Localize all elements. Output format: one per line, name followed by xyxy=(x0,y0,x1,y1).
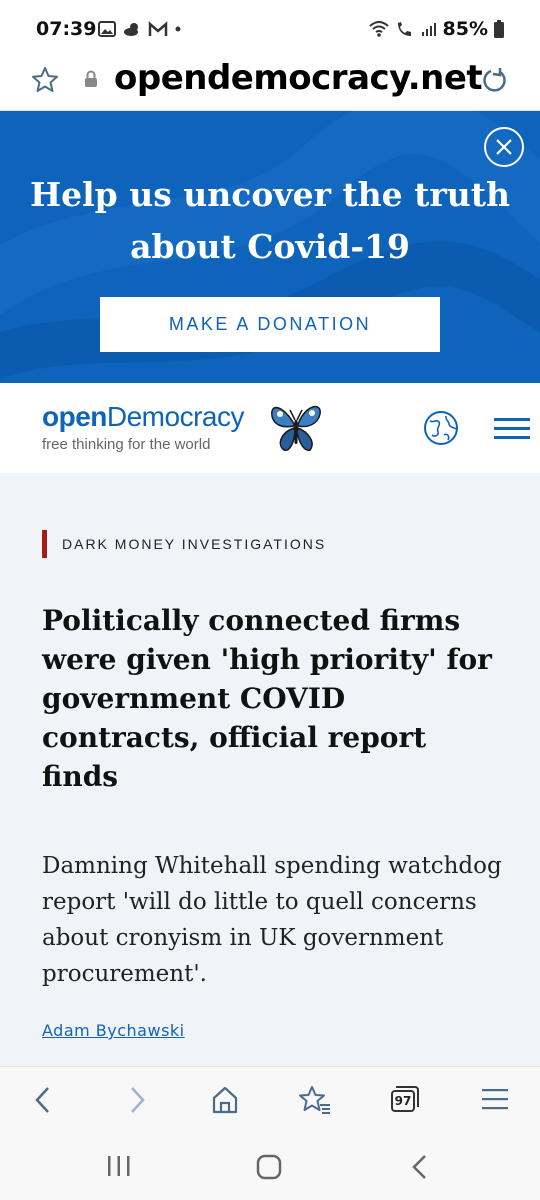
menu-icon[interactable] xyxy=(494,417,530,441)
home-circle-icon[interactable] xyxy=(256,1154,282,1180)
battery-percent: 85% xyxy=(442,18,488,40)
battery-icon xyxy=(494,20,504,38)
gallery-icon xyxy=(98,21,116,37)
logo-open-text: open xyxy=(42,401,107,432)
android-navigation-bar xyxy=(0,1134,540,1200)
logo-democracy-text: Democracy xyxy=(106,401,245,432)
section-label[interactable]: DARK MONEY INVESTIGATIONS xyxy=(42,530,326,558)
recents-icon[interactable] xyxy=(106,1154,132,1178)
tabs-button[interactable]: 97 xyxy=(390,1085,420,1113)
home-icon[interactable] xyxy=(210,1085,240,1115)
site-logo[interactable]: openDemocracy xyxy=(42,401,244,433)
forward-icon[interactable] xyxy=(126,1085,148,1115)
gmail-icon xyxy=(148,21,168,36)
article-headline: Politically connected firms were given '… xyxy=(42,604,492,793)
reload-icon[interactable] xyxy=(480,65,510,95)
article-standfirst: Damning Whitehall spending watchdog repo… xyxy=(42,853,502,987)
site-tagline: free thinking for the world xyxy=(42,436,211,453)
status-time: 07:39 xyxy=(36,18,97,40)
make-donation-button[interactable]: MAKE A DONATION xyxy=(100,297,440,352)
wifi-icon xyxy=(368,21,389,37)
address-bar[interactable]: opendemocracy.net xyxy=(0,50,540,111)
author-link[interactable]: Adam Bychawski xyxy=(42,1021,185,1040)
browser-toolbar: 97 xyxy=(0,1066,540,1135)
status-right: 85% xyxy=(368,18,504,40)
notification-icons xyxy=(98,20,182,38)
butterfly-icon xyxy=(271,405,321,451)
weather-icon xyxy=(124,23,138,36)
browser-menu-icon[interactable] xyxy=(482,1085,508,1113)
tabs-count: 97 xyxy=(394,1094,412,1108)
wifi-call-icon xyxy=(397,22,411,36)
lock-icon xyxy=(85,70,97,87)
url-text[interactable]: opendemocracy.net xyxy=(114,58,483,98)
dot-icon xyxy=(175,26,181,32)
banner-title-line-1: Help us uncover the truth xyxy=(29,175,511,214)
close-banner-button[interactable] xyxy=(484,127,524,167)
nav-back-icon[interactable] xyxy=(410,1154,430,1180)
back-icon[interactable] xyxy=(32,1085,54,1115)
signal-icon xyxy=(421,23,436,36)
banner-title: Help us uncover the truth about Covid-19 xyxy=(0,169,540,273)
star-icon[interactable] xyxy=(30,65,60,95)
bookmarks-icon[interactable] xyxy=(298,1085,332,1115)
globe-icon[interactable] xyxy=(422,409,460,447)
close-icon xyxy=(496,139,512,155)
banner-title-line-2: about Covid-19 xyxy=(130,227,410,266)
